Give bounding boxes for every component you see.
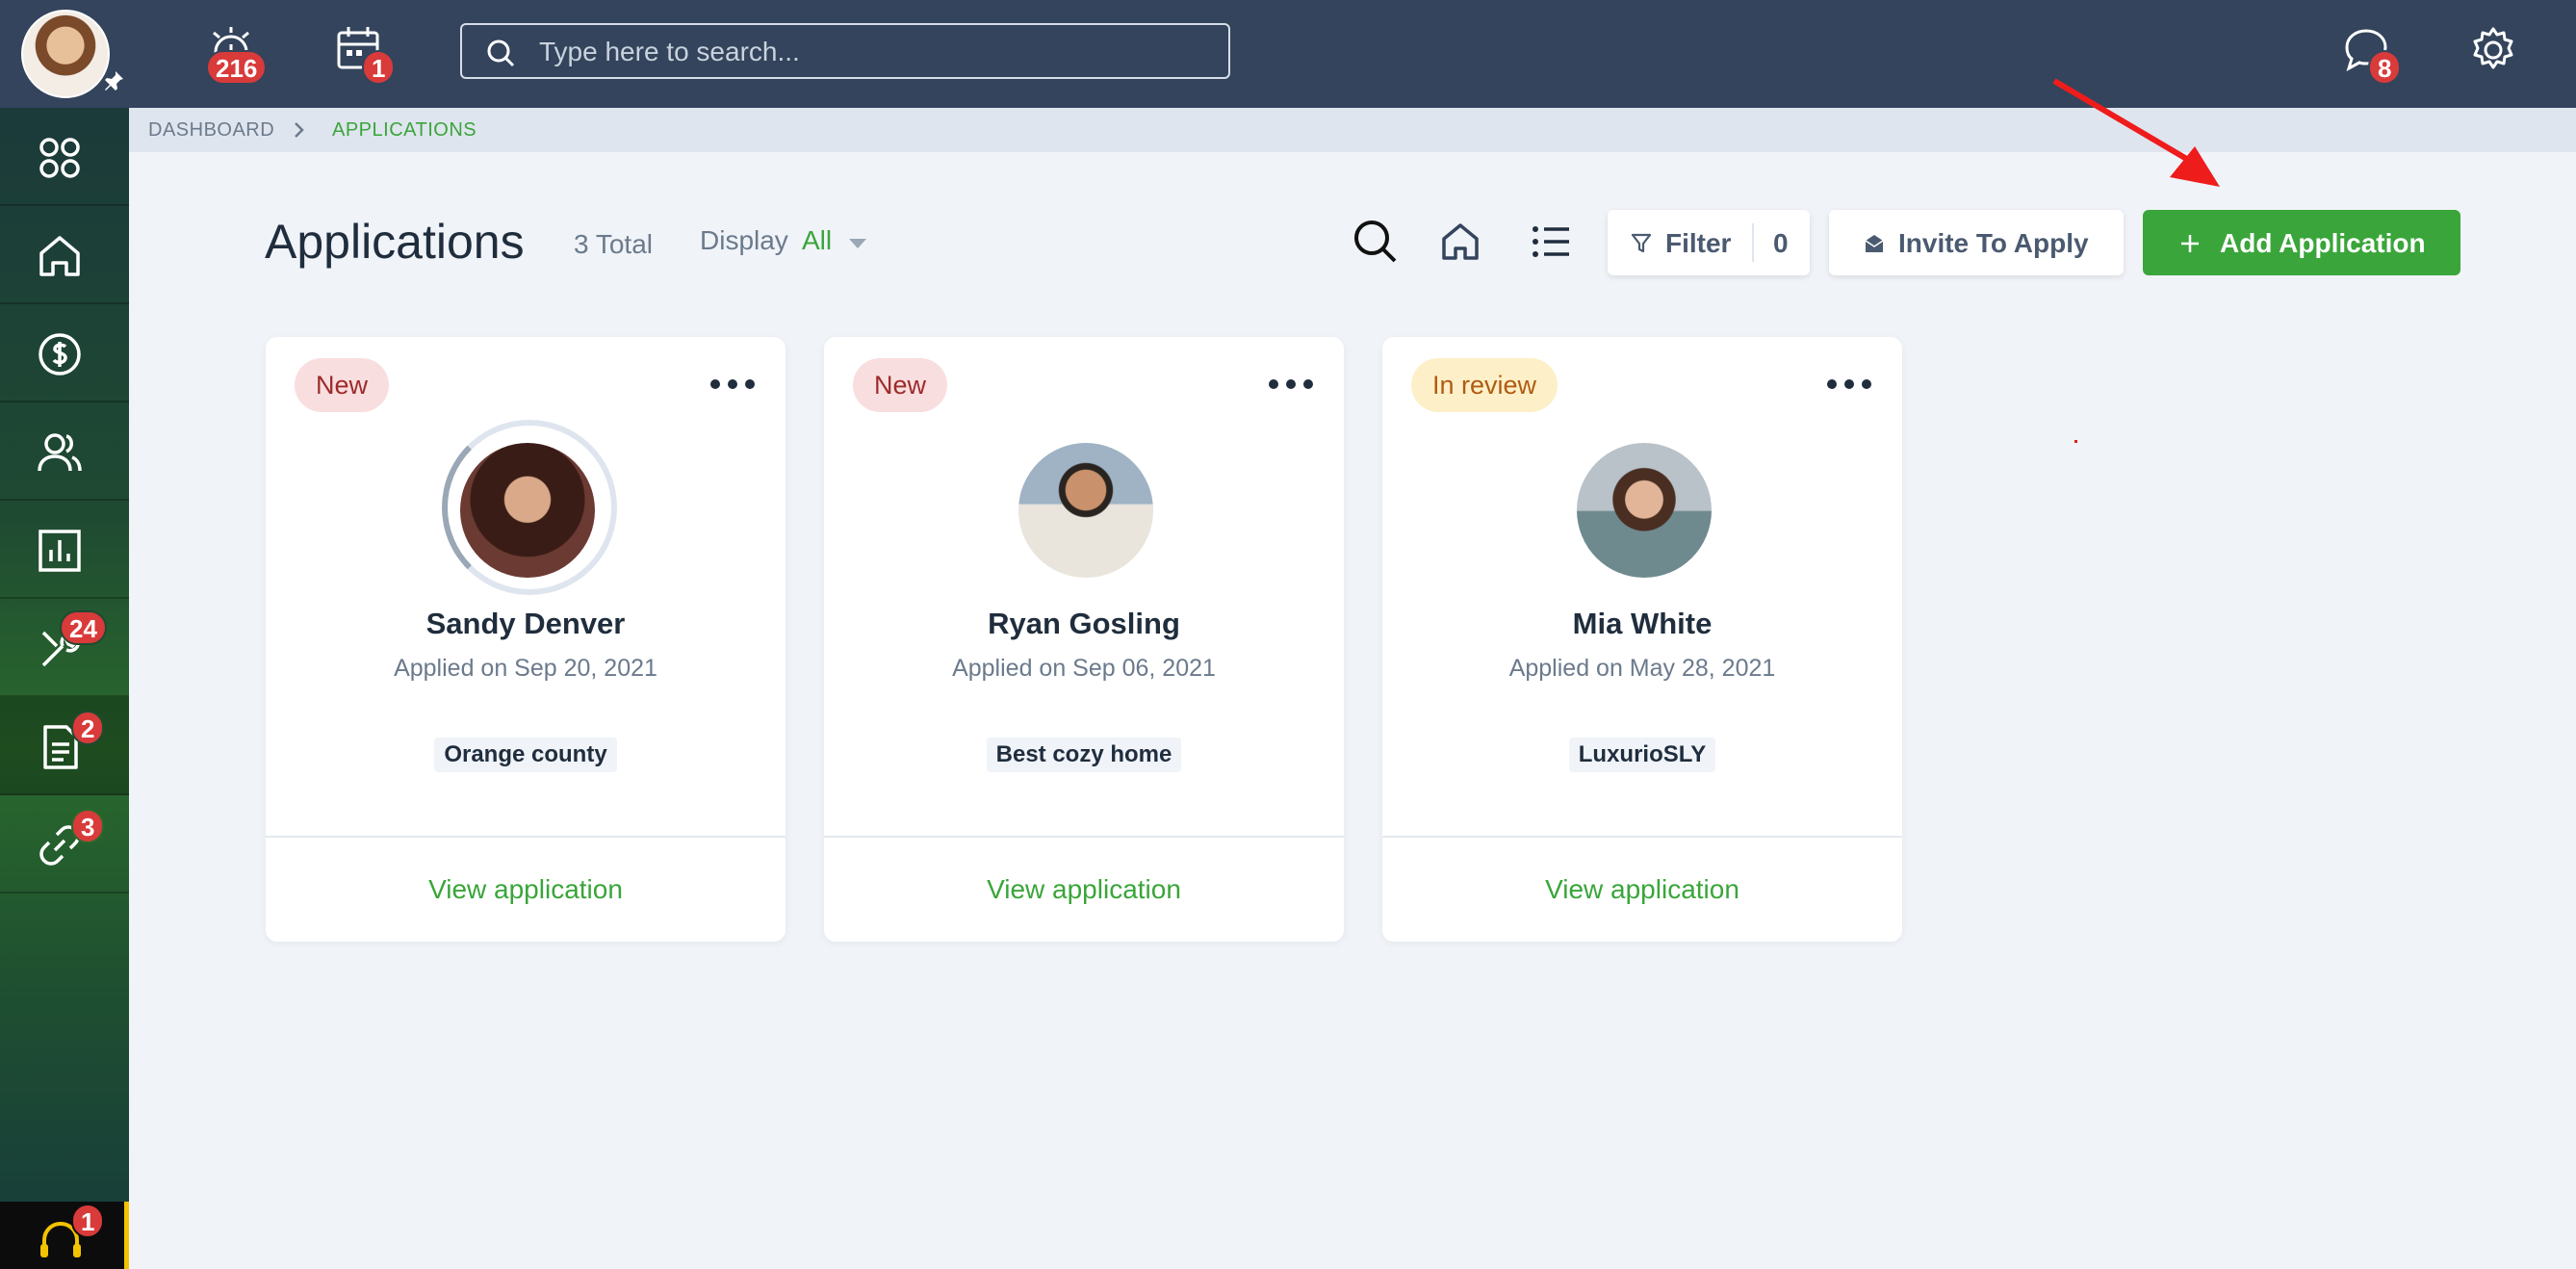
filter-icon: [1631, 233, 1652, 253]
property-tag: LuxurioSLY: [1568, 738, 1716, 772]
support-badge: 1: [71, 1204, 105, 1238]
home-icon: [39, 236, 80, 276]
filter-label: Filter: [1665, 228, 1732, 258]
tools-badge: 24: [60, 610, 107, 645]
invite-label: Invite To Apply: [1898, 228, 2089, 258]
property-tag: Orange county: [434, 738, 617, 772]
sidebar-item-links[interactable]: 3: [0, 795, 129, 893]
more-options-icon[interactable]: [1269, 379, 1313, 391]
applicant-photo: [1018, 443, 1153, 578]
sidebar-item-apps[interactable]: [0, 108, 129, 206]
more-options-icon[interactable]: [1827, 379, 1871, 391]
property-tag: Best cozy home: [986, 738, 1182, 772]
stray-dot: [2074, 440, 2077, 443]
applied-date: Applied on Sep 20, 2021: [394, 655, 657, 682]
sidebar-item-reports[interactable]: [0, 501, 129, 599]
view-application-link[interactable]: View application: [824, 874, 1344, 905]
application-card: In review Mia White Applied on May 28, 2…: [1382, 337, 1902, 942]
add-application-button[interactable]: Add Application: [2143, 210, 2460, 275]
search-icon: [487, 39, 515, 67]
sidebar-item-home[interactable]: [0, 206, 129, 304]
search-box[interactable]: [460, 23, 1230, 79]
dollar-icon: [39, 333, 81, 376]
card-divider: [266, 836, 786, 838]
sidebar: 24 2 3 1: [0, 108, 129, 1269]
breadcrumb-dashboard[interactable]: DASHBOARD: [148, 119, 274, 142]
red-arrow-annotation: [2052, 78, 2220, 187]
chevron-right-icon: [295, 122, 304, 138]
chart-icon: [39, 530, 81, 572]
user-avatar[interactable]: [21, 10, 110, 98]
breadcrumb-applications: APPLICATIONS: [332, 119, 477, 141]
search-icon[interactable]: [1352, 218, 1400, 266]
home-icon[interactable]: [1436, 218, 1484, 266]
view-application-link[interactable]: View application: [1382, 874, 1902, 905]
filter-button[interactable]: Filter 0: [1608, 210, 1810, 275]
applicant-photo: [1577, 443, 1712, 578]
invite-to-apply-button[interactable]: Invite To Apply: [1829, 210, 2124, 275]
messages-badge: 8: [2368, 50, 2402, 85]
gear-icon[interactable]: [2466, 23, 2520, 77]
list-view-icon[interactable]: [1527, 218, 1575, 266]
sidebar-item-maintenance[interactable]: 24: [0, 599, 129, 697]
applicant-name: Sandy Denver: [425, 607, 626, 640]
applicant-name: Mia White: [1572, 607, 1713, 640]
applied-date: Applied on May 28, 2021: [1508, 655, 1776, 682]
applications-badge: 2: [71, 711, 105, 745]
users-icon: [38, 433, 82, 472]
support-item[interactable]: 1: [0, 1202, 129, 1269]
plus-icon: [2181, 235, 2199, 252]
status-badge: New: [295, 358, 390, 412]
chevron-down-icon[interactable]: [849, 239, 866, 248]
sidebar-item-payments[interactable]: [0, 304, 129, 402]
total-count: 3 Total: [574, 229, 653, 259]
page-title: Applications: [265, 215, 525, 269]
application-card: New Sandy Denver Applied on Sep 20, 2021…: [266, 337, 786, 942]
envelope-icon: [1865, 235, 1884, 252]
applied-date: Applied on Sep 06, 2021: [952, 655, 1216, 682]
notifications-badge: 216: [206, 50, 268, 85]
apps-grid-icon: [39, 138, 80, 178]
card-divider: [824, 836, 1344, 838]
more-options-icon[interactable]: [710, 379, 755, 391]
application-card: New Ryan Gosling Applied on Sep 06, 2021…: [824, 337, 1344, 942]
applicant-photo: [460, 443, 595, 578]
sidebar-item-applications[interactable]: 2: [0, 697, 129, 795]
calendar-badge: 1: [362, 50, 396, 85]
view-application-link[interactable]: View application: [266, 874, 786, 905]
pin-icon: [105, 71, 123, 91]
display-select[interactable]: All: [802, 225, 832, 256]
display-label: Display: [700, 225, 788, 255]
status-badge: In review: [1411, 358, 1558, 412]
search-input[interactable]: [539, 33, 1213, 71]
add-label: Add Application: [2220, 228, 2426, 258]
filter-divider: [1752, 223, 1754, 262]
applicant-name: Ryan Gosling: [988, 607, 1180, 640]
links-badge: 3: [71, 809, 105, 843]
card-divider: [1382, 836, 1902, 838]
sidebar-item-people[interactable]: [0, 402, 129, 501]
filter-count: 0: [1773, 228, 1789, 258]
status-badge: New: [853, 358, 948, 412]
